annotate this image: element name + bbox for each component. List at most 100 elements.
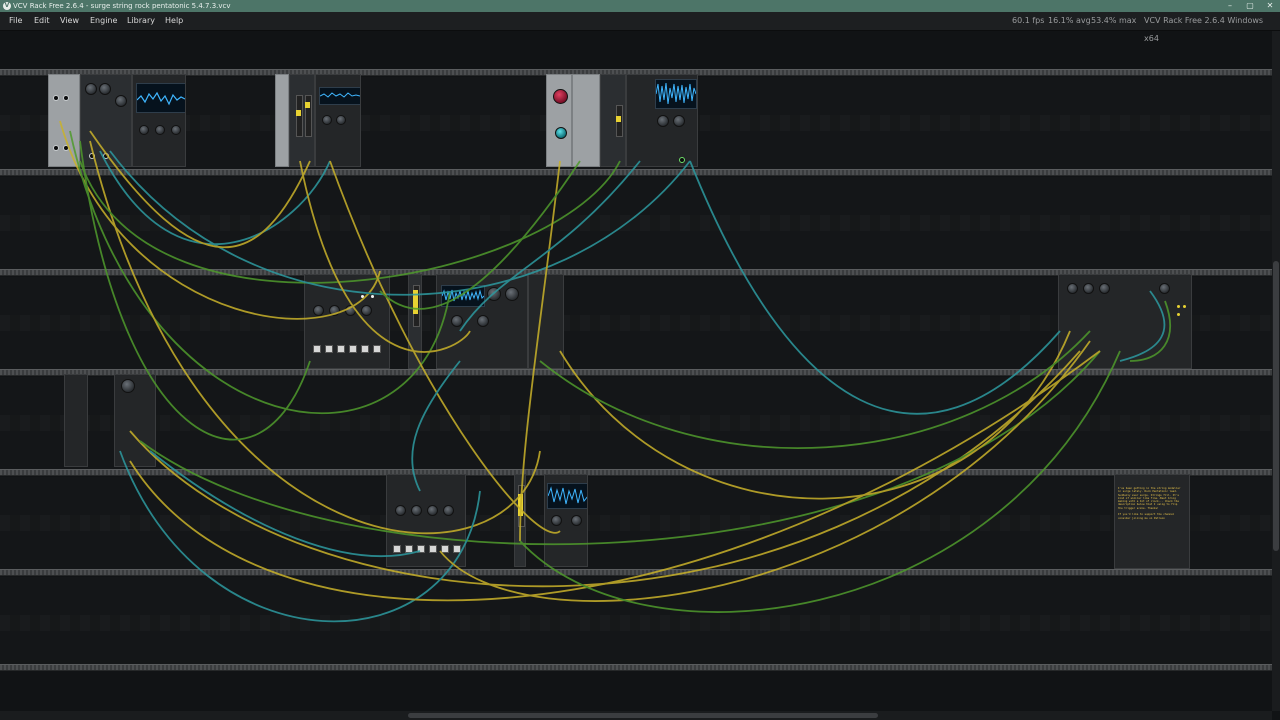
step-button[interactable] [429,545,437,553]
knob[interactable] [85,83,97,95]
fader[interactable] [413,285,420,327]
jack[interactable] [89,153,95,159]
knob[interactable] [345,305,356,316]
step-button[interactable] [417,545,425,553]
knob[interactable] [313,305,324,316]
fps-readout: 60.1 fps [1012,16,1045,25]
rack-canvas[interactable]: I've been getting in the string modeller… [0,31,1280,711]
knob[interactable] [115,95,127,107]
knob[interactable] [395,505,406,516]
knob[interactable] [427,505,438,516]
step-button[interactable] [361,345,369,353]
step-button[interactable] [453,545,461,553]
knob[interactable] [443,505,454,516]
knob[interactable] [336,115,346,125]
menu-file[interactable]: File [9,12,22,30]
module-reverb[interactable] [546,74,572,167]
step-button[interactable] [349,345,357,353]
step-button[interactable] [325,345,333,353]
fader[interactable] [616,105,623,137]
step-button[interactable] [337,345,345,353]
knob[interactable] [551,515,562,526]
module-surge-string[interactable] [436,274,528,369]
scope-display [441,285,485,307]
step-button[interactable] [393,545,401,553]
knob[interactable] [1067,283,1078,294]
knob[interactable] [487,287,501,301]
rack-row-6 [0,577,1272,669]
module-meter-2[interactable] [514,474,526,567]
horizontal-scrollbar[interactable] [0,711,1272,720]
knob[interactable] [155,125,165,135]
module-meter[interactable] [408,274,422,369]
knob[interactable] [121,379,135,393]
knob[interactable] [99,83,111,95]
knob[interactable] [1159,283,1170,294]
knob[interactable] [571,515,582,526]
knob[interactable] [171,125,181,135]
step-button[interactable] [373,345,381,353]
knob[interactable] [673,115,685,127]
module-surge-oscillator[interactable] [626,74,698,167]
notes-text[interactable]: I've been getting in the string modeller… [1118,487,1182,520]
jack[interactable] [63,95,69,101]
module-envelope[interactable] [114,374,156,467]
knob[interactable] [477,315,489,327]
module-trigger-sequencer-1[interactable] [304,274,390,369]
step-button[interactable] [441,545,449,553]
knob[interactable] [553,89,568,104]
module-scope-2[interactable] [315,74,361,167]
knob[interactable] [1083,283,1094,294]
knob[interactable] [505,287,519,301]
menu-library[interactable]: Library [127,12,155,30]
menu-help[interactable]: Help [165,12,183,30]
step-button[interactable] [313,345,321,353]
knob[interactable] [451,315,463,327]
jack[interactable] [53,145,59,151]
knob[interactable] [555,127,567,139]
module-gate-split[interactable] [528,274,564,369]
module-scope-1[interactable] [132,74,186,167]
module-utility[interactable] [275,74,289,167]
knob[interactable] [139,125,149,135]
close-button[interactable]: ✕ [1260,0,1280,12]
knob[interactable] [329,305,340,316]
minimize-button[interactable]: – [1220,0,1240,12]
menu-view[interactable]: View [60,12,79,30]
scope-display [547,483,587,509]
led [1177,305,1180,308]
knob[interactable] [361,305,372,316]
maximize-button[interactable]: ▢ [1240,0,1260,12]
menu-edit[interactable]: Edit [34,12,50,30]
scrollbar-thumb[interactable] [1273,261,1279,551]
knob[interactable] [411,505,422,516]
knob[interactable] [657,115,669,127]
knob[interactable] [1099,283,1110,294]
module-mixer[interactable] [289,74,315,167]
fader[interactable] [296,95,303,137]
step-button[interactable] [405,545,413,553]
module-clock[interactable] [48,74,80,167]
rack-rail [0,369,1272,376]
fader[interactable] [305,95,312,137]
fader[interactable] [518,485,525,527]
module-vca[interactable] [600,74,626,167]
rack-rail [0,469,1272,476]
jack[interactable] [53,95,59,101]
vertical-scrollbar[interactable] [1272,31,1280,711]
menu-engine[interactable]: Engine [90,12,117,30]
scrollbar-thumb[interactable] [408,713,878,718]
jack[interactable] [63,145,69,151]
jack[interactable] [103,153,109,159]
module-surge-oscillator-2[interactable] [544,474,588,567]
module-merge[interactable] [64,374,88,467]
module-quantizer-bank[interactable] [1058,274,1192,369]
knob[interactable] [322,115,332,125]
module-sequencer[interactable] [80,74,132,167]
module-notes[interactable]: I've been getting in the string modeller… [1114,474,1190,569]
jack[interactable] [679,157,685,163]
vcv-rack-icon: V [3,2,11,10]
scope-display [655,79,697,109]
module-trigger-sequencer-2[interactable] [386,474,466,567]
module-delay[interactable] [572,74,600,167]
